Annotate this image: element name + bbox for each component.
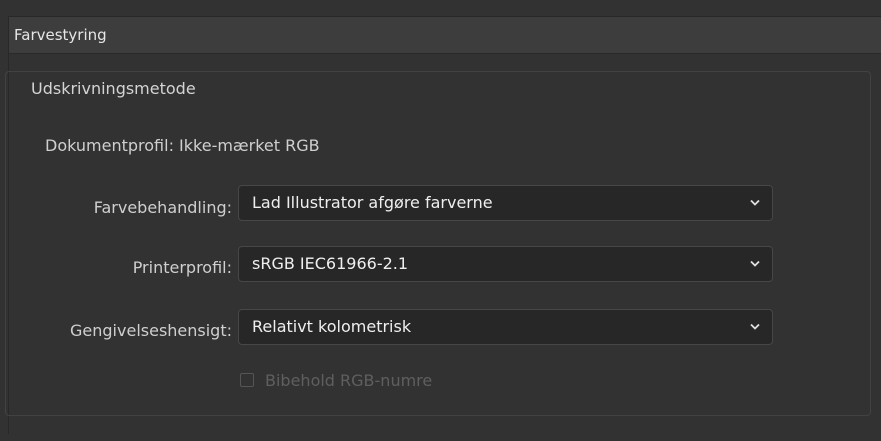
rendering-intent-value: Relativt kolometrisk <box>252 317 412 336</box>
rendering-intent-dropdown[interactable]: Relativt kolometrisk <box>238 309 773 345</box>
color-handling-value: Lad Illustrator afgøre farverne <box>252 193 493 212</box>
document-profile-text: Dokumentprofil: Ikke-mærket RGB <box>45 136 320 155</box>
color-handling-label: Farvebehandling: <box>93 198 232 217</box>
panel-title: Farvestyring <box>14 26 107 44</box>
group-label: Udskrivningsmetode <box>27 80 200 98</box>
printer-profile-dropdown[interactable]: sRGB IEC61966-2.1 <box>238 246 773 282</box>
panel-header: Farvestyring <box>9 17 881 54</box>
preserve-rgb-checkbox[interactable] <box>240 373 254 387</box>
printer-profile-label: Printerprofil: <box>132 258 232 277</box>
print-method-group <box>5 71 871 416</box>
chevron-down-icon <box>750 199 760 206</box>
preserve-rgb-label: Bibehold RGB-numre <box>265 371 433 390</box>
chevron-down-icon <box>750 260 760 267</box>
color-handling-dropdown[interactable]: Lad Illustrator afgøre farverne <box>238 185 773 221</box>
chevron-down-icon <box>750 323 760 330</box>
rendering-intent-label: Gengivelseshensigt: <box>70 321 232 340</box>
printer-profile-value: sRGB IEC61966-2.1 <box>252 254 409 273</box>
